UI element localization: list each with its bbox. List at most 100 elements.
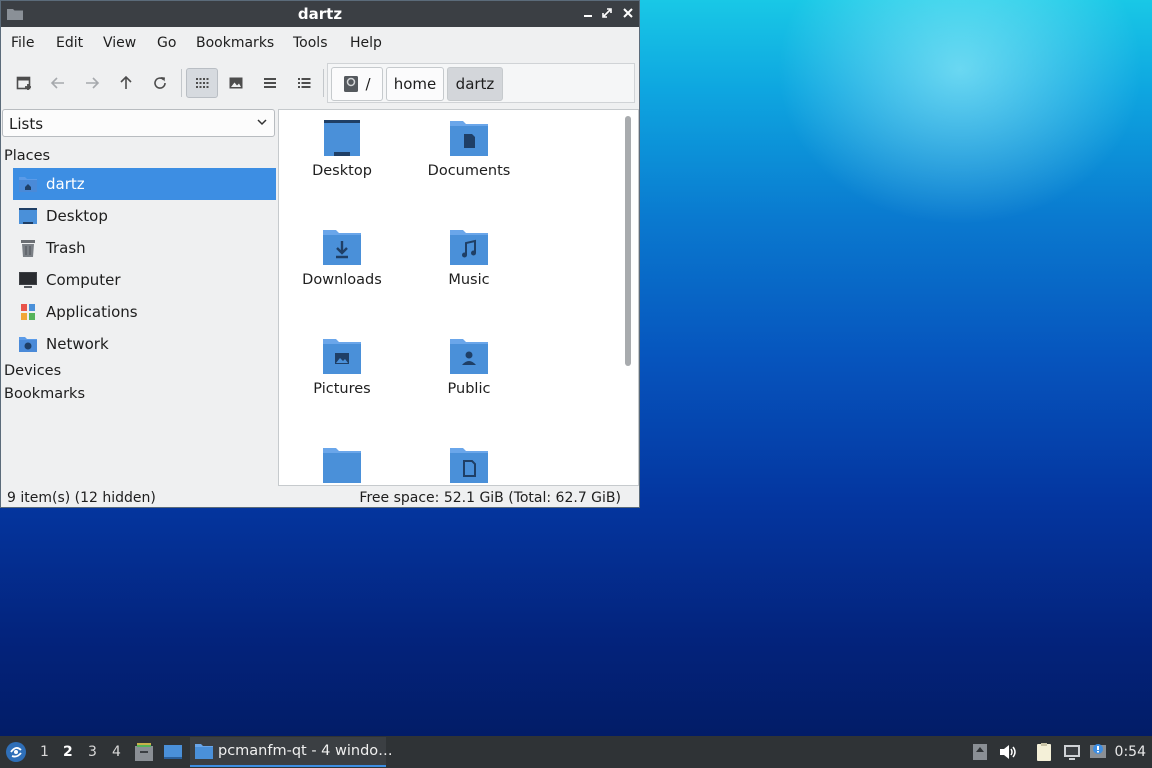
up-icon — [120, 75, 132, 89]
status-bar: 9 item(s) (12 hidden) Free space: 52.1 G… — [1, 488, 639, 508]
compact-view-button[interactable] — [254, 68, 286, 98]
file-manager-launcher-icon[interactable] — [134, 742, 154, 762]
detailed-list-icon — [298, 78, 311, 88]
file-item-templates[interactable] — [414, 446, 524, 485]
desktop-switch-1[interactable]: 1 — [40, 744, 49, 760]
reload-icon — [154, 77, 166, 89]
back-button[interactable] — [42, 68, 74, 98]
menu-go[interactable]: Go — [157, 35, 176, 51]
music-folder-icon — [450, 230, 488, 265]
start-menu-icon[interactable] — [5, 741, 27, 763]
path-bar: / home dartz — [327, 63, 635, 103]
file-item-folder[interactable] — [287, 446, 397, 485]
sidebar-item-computer[interactable]: Computer — [13, 264, 276, 296]
desktop-switch-4[interactable]: 4 — [112, 744, 121, 760]
path-crumb-home[interactable]: home — [386, 67, 444, 101]
sidebar-item-label: Trash — [46, 239, 86, 257]
vertical-scrollbar[interactable] — [623, 116, 633, 366]
minimize-icon[interactable] — [579, 5, 597, 23]
toolbar-separator — [323, 69, 324, 97]
desktop-switch-2[interactable]: 2 — [63, 744, 73, 760]
network-tray-icon[interactable] — [1062, 742, 1082, 762]
toolbar-separator — [181, 69, 182, 97]
back-icon — [50, 77, 64, 89]
sidebar-item-home[interactable]: dartz — [13, 168, 276, 200]
side-pane-mode-select[interactable]: Lists — [2, 109, 275, 137]
file-item-documents[interactable]: Documents — [414, 119, 524, 199]
applications-icon — [21, 304, 35, 320]
file-item-public[interactable]: Public — [414, 337, 524, 417]
file-item-label: Pictures — [313, 381, 371, 397]
sidebar-item-label: dartz — [46, 175, 85, 193]
status-free-space: Free space: 52.1 GiB (Total: 62.7 GiB) — [359, 490, 621, 506]
file-item-music[interactable]: Music — [414, 228, 524, 308]
desktop-icon — [19, 208, 37, 224]
file-item-label: Downloads — [302, 272, 382, 288]
menu-file[interactable]: File — [11, 35, 34, 51]
volume-icon[interactable] — [998, 742, 1018, 762]
sidebar-item-trash[interactable]: Trash — [13, 232, 276, 264]
up-button[interactable] — [110, 68, 142, 98]
places-header[interactable]: Places — [4, 148, 50, 164]
tray-expand-icon[interactable] — [970, 742, 990, 762]
new-tab-button[interactable] — [8, 68, 40, 98]
devices-header[interactable]: Devices — [4, 363, 61, 379]
chevron-down-icon — [257, 119, 267, 126]
desktop-folder-icon — [324, 120, 360, 156]
trash-icon — [21, 240, 35, 257]
file-item-desktop[interactable]: Desktop — [287, 119, 397, 199]
sidebar-item-label: Network — [46, 335, 109, 353]
documents-folder-icon — [450, 121, 488, 156]
maximize-icon[interactable] — [598, 5, 616, 23]
desktop-switch-3[interactable]: 3 — [88, 744, 97, 760]
path-crumb-dartz-label: dartz — [455, 75, 495, 93]
reload-button[interactable] — [144, 68, 176, 98]
menu-tools[interactable]: Tools — [293, 35, 328, 51]
show-desktop-icon[interactable] — [163, 742, 183, 762]
folder-icon — [195, 744, 213, 759]
folder-view[interactable]: Desktop Documents Downloads Music Pictur… — [278, 109, 639, 486]
new-tab-icon — [16, 76, 31, 90]
close-icon[interactable] — [619, 5, 637, 23]
path-crumb-root[interactable]: / — [331, 67, 383, 101]
scrollbar-thumb[interactable] — [625, 116, 631, 366]
network-icon — [19, 337, 37, 352]
home-folder-icon — [19, 177, 37, 192]
status-item-count: 9 item(s) (12 hidden) — [7, 490, 156, 506]
forward-button[interactable] — [76, 68, 108, 98]
bookmarks-header[interactable]: Bookmarks — [4, 386, 85, 402]
sidebar-item-desktop[interactable]: Desktop — [13, 200, 276, 232]
detailed-list-button[interactable] — [288, 68, 320, 98]
clipboard-icon[interactable] — [1034, 742, 1054, 762]
icon-view-icon — [196, 78, 209, 88]
menu-help[interactable]: Help — [350, 35, 382, 51]
pictures-folder-icon — [323, 339, 361, 374]
thumbnail-view-button[interactable] — [220, 68, 252, 98]
drive-icon — [344, 76, 359, 92]
file-item-label: Public — [447, 381, 491, 397]
clock[interactable]: 0:54 — [1115, 744, 1146, 760]
downloads-folder-icon — [323, 230, 361, 265]
menu-bookmarks[interactable]: Bookmarks — [196, 35, 274, 51]
menu-edit[interactable]: Edit — [56, 35, 83, 51]
task-button-pcmanfm[interactable]: pcmanfm-qt - 4 windo… — [190, 737, 393, 767]
sidebar-item-applications[interactable]: Applications — [13, 296, 276, 328]
file-item-label: Documents — [427, 163, 511, 179]
path-crumb-dartz[interactable]: dartz — [447, 67, 503, 101]
folder-icon — [323, 448, 361, 483]
path-crumb-root-label: / — [365, 75, 371, 93]
notification-icon[interactable] — [1088, 742, 1108, 762]
sidebar-item-network[interactable]: Network — [13, 328, 276, 360]
public-folder-icon — [450, 339, 488, 374]
sidebar-item-label: Computer — [46, 271, 121, 289]
icon-view-button[interactable] — [186, 68, 218, 98]
menu-view[interactable]: View — [103, 35, 136, 51]
sidebar-item-label: Desktop — [46, 207, 108, 225]
file-item-label: Music — [448, 272, 490, 288]
title-bar[interactable]: dartz — [1, 1, 639, 27]
templates-folder-icon — [450, 448, 488, 483]
file-item-pictures[interactable]: Pictures — [287, 337, 397, 417]
file-item-downloads[interactable]: Downloads — [287, 228, 397, 308]
task-button-label: pcmanfm-qt - 4 windo… — [218, 743, 393, 759]
file-item-label: Desktop — [312, 163, 372, 179]
